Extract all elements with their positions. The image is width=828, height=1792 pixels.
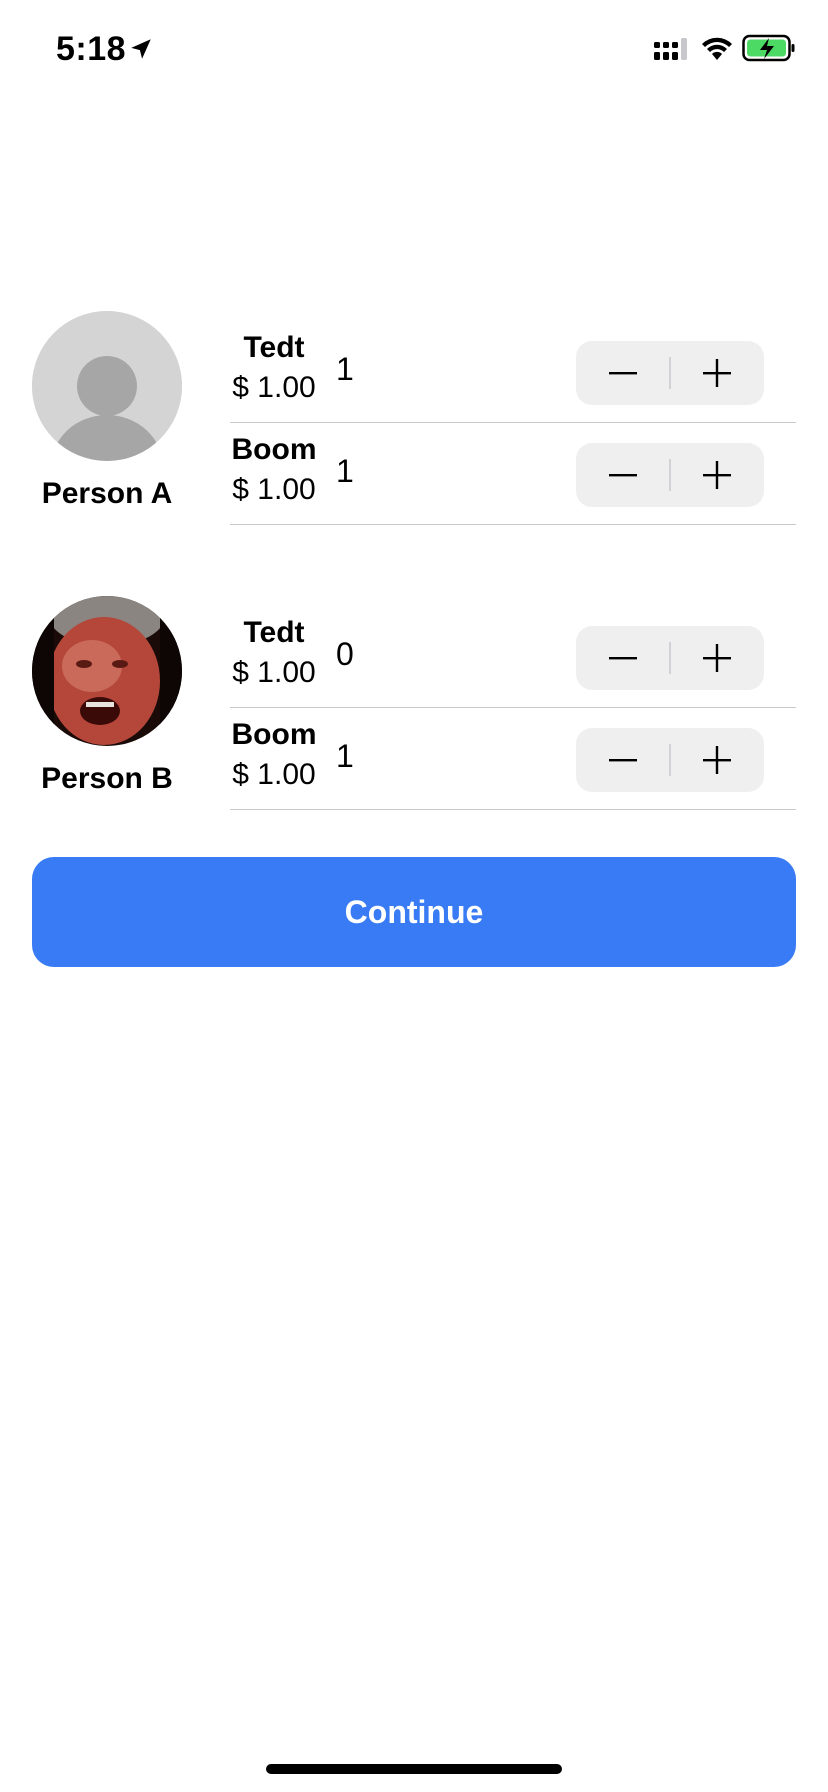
- item-quantity: 1: [336, 738, 354, 774]
- item-price: $ 1.00: [232, 473, 316, 506]
- battery-charging-icon: [742, 34, 795, 62]
- continue-button[interactable]: Continue: [32, 857, 796, 967]
- plus-icon: [703, 746, 731, 774]
- item-name: Boom: [231, 718, 317, 751]
- item-row: Boom $ 1.00 1: [230, 423, 796, 525]
- minus-icon: [609, 474, 637, 477]
- item-name: Boom: [231, 433, 317, 466]
- item-row: Boom $ 1.00 1: [230, 708, 796, 810]
- default-avatar-icon: [32, 311, 182, 461]
- quantity-stepper[interactable]: [576, 626, 764, 690]
- plus-icon: [703, 644, 731, 672]
- item-price: $ 1.00: [232, 758, 316, 791]
- quantity-stepper[interactable]: [576, 341, 764, 405]
- increment-button[interactable]: [670, 443, 764, 507]
- status-bar: 5:18: [0, 0, 828, 100]
- minus-icon: [609, 372, 637, 375]
- quantity-stepper[interactable]: [576, 728, 764, 792]
- person-section-a: Person A Tedt $ 1.00 1 Boom $ 1.00 1: [0, 311, 828, 526]
- minus-icon: [609, 657, 637, 660]
- status-time: 5:18: [56, 30, 127, 68]
- decrement-button[interactable]: [576, 626, 670, 690]
- avatar-default: [32, 311, 182, 461]
- item-name: Tedt: [243, 331, 305, 364]
- item-quantity: 0: [336, 636, 354, 672]
- item-price: $ 1.00: [232, 371, 316, 404]
- increment-button[interactable]: [670, 341, 764, 405]
- person-photo-icon: [32, 596, 182, 746]
- quantity-stepper[interactable]: [576, 443, 764, 507]
- decrement-button[interactable]: [576, 341, 670, 405]
- increment-button[interactable]: [670, 626, 764, 690]
- minus-icon: [609, 759, 637, 762]
- person-name: Person A: [41, 477, 173, 510]
- signal-icon: [654, 38, 687, 60]
- item-row: Tedt $ 1.00 1: [230, 321, 796, 423]
- decrement-button[interactable]: [576, 443, 670, 507]
- item-quantity: 1: [336, 453, 354, 489]
- item-quantity: 1: [336, 351, 354, 387]
- increment-button[interactable]: [670, 728, 764, 792]
- avatar-photo: [32, 596, 182, 746]
- location-arrow-icon: [131, 39, 151, 59]
- person-name: Person B: [41, 762, 173, 795]
- home-indicator[interactable]: [266, 1764, 562, 1774]
- plus-icon: [703, 461, 731, 489]
- plus-icon: [703, 359, 731, 387]
- item-price: $ 1.00: [232, 656, 316, 689]
- item-name: Tedt: [243, 616, 305, 649]
- decrement-button[interactable]: [576, 728, 670, 792]
- wifi-icon: [702, 37, 732, 60]
- item-row: Tedt $ 1.00 0: [230, 606, 796, 708]
- person-section-b: Person B Tedt $ 1.00 0 Boom $ 1.00 1: [0, 596, 828, 811]
